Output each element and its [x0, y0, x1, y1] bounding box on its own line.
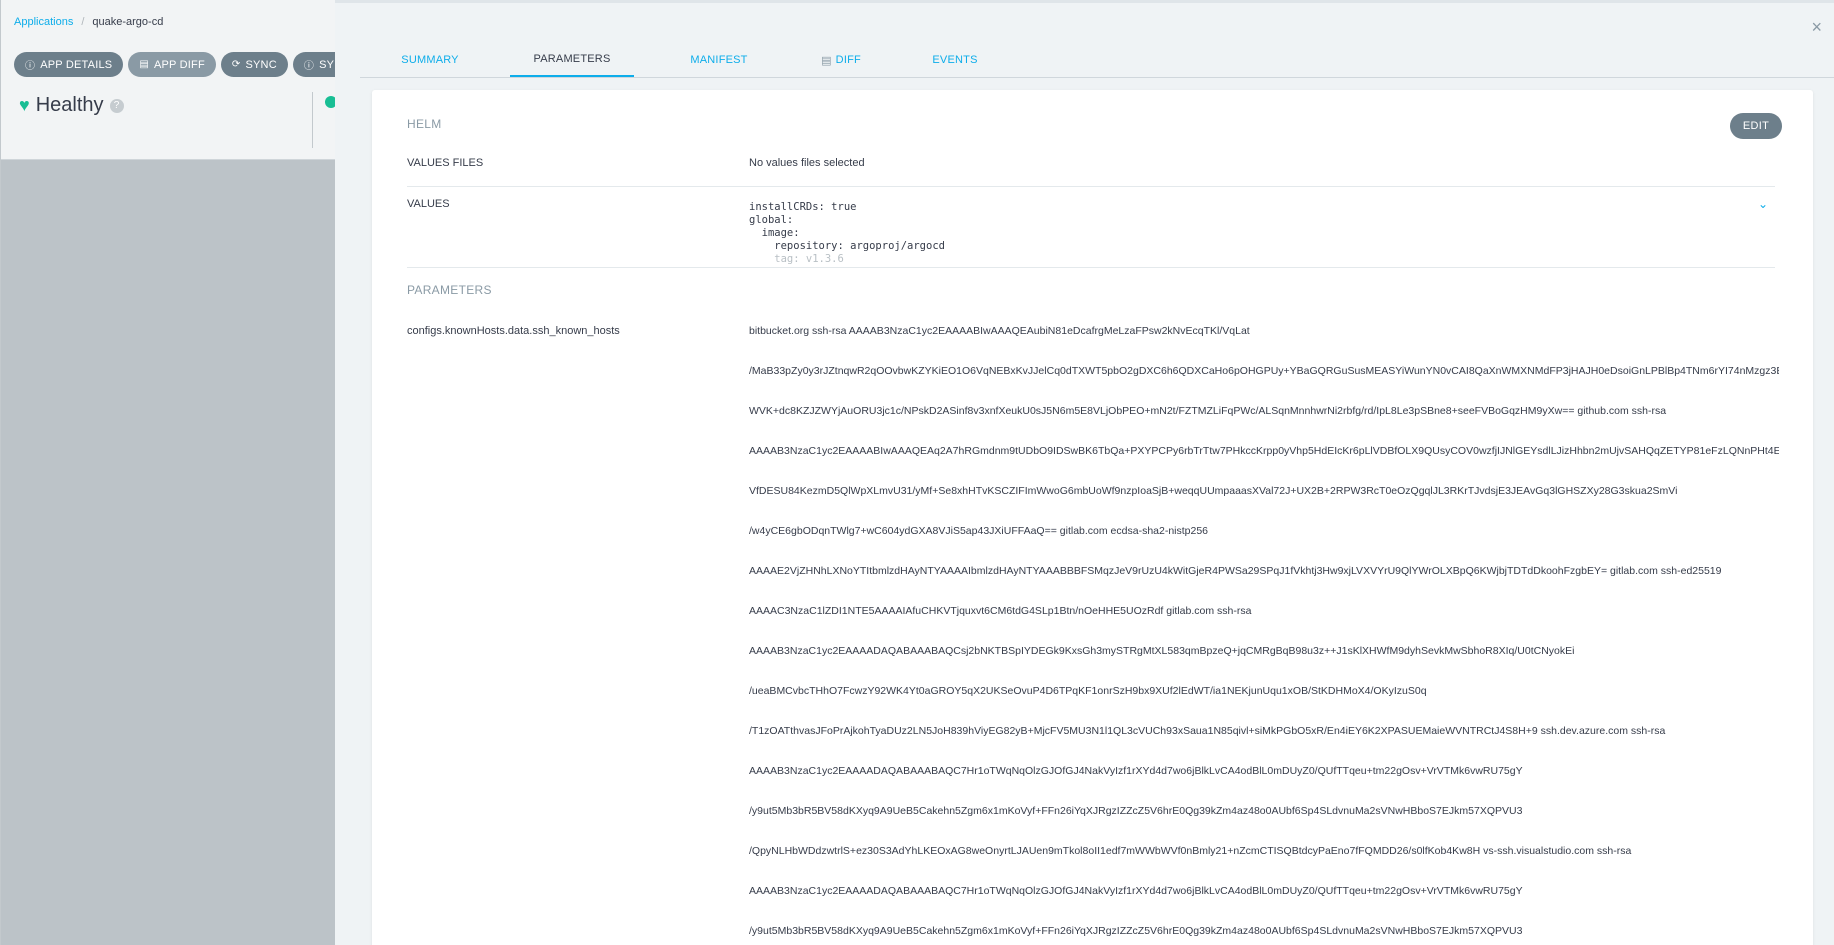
info-icon: ⓘ — [303, 61, 315, 72]
divider — [407, 267, 1775, 268]
values-label: VALUES — [407, 198, 450, 210]
tab-parameters[interactable]: PARAMETERS — [510, 43, 634, 77]
breadcrumb-applications-link[interactable]: Applications — [14, 16, 73, 28]
app-details-label: APP DETAILS — [40, 58, 113, 71]
resource-details-panel: × SUMMARY PARAMETERS MANIFEST ▤ DIFF EVE… — [335, 0, 1834, 945]
known-hosts-line: VfDESU84KezmD5QlWpXLmvU31/yMf+Se8xhHTvKS… — [749, 485, 1678, 497]
tab-summary[interactable]: SUMMARY — [384, 43, 476, 77]
edit-button[interactable]: EDIT — [1730, 113, 1782, 139]
app-diff-label: APP DIFF — [153, 58, 205, 71]
yaml-line: global: — [749, 214, 794, 226]
file-diff-icon: ▤ — [139, 59, 149, 70]
known-hosts-line: bitbucket.org ssh-rsa AAAAB3NzaC1yc2EAAA… — [749, 325, 1250, 337]
app-toolbar: ⓘ APP DETAILS ▤ APP DIFF ⟳ SYNC ⓘ SYNC S… — [14, 52, 386, 77]
health-status: ♥ Healthy ? — [19, 94, 124, 117]
application-background: Applications / quake-argo-cd ⓘ APP DETAI… — [0, 0, 386, 945]
known-hosts-line: /ueaBMCvbcTHhO7FcwzY92WK4Yt0aGROY5qX2UKS… — [749, 685, 1427, 697]
breadcrumb-separator: / — [81, 16, 85, 28]
values-yaml: installCRDs: true global: image: reposito… — [749, 201, 945, 266]
modal-backdrop[interactable] — [1, 160, 336, 945]
tab-diff[interactable]: ▤ DIFF — [806, 43, 876, 77]
tab-diff-label: DIFF — [835, 54, 861, 66]
known-hosts-line: AAAAB3NzaC1yc2EAAAABIwAAAQEAq2A7hRGmdnm9… — [749, 445, 1779, 457]
heart-pulse-icon: ♥ — [19, 95, 30, 115]
health-label: Healthy — [35, 94, 104, 116]
known-hosts-line: /y9ut5Mb3bR5BV58dKXyq9A9UeB5Cakehn5Zgm6x… — [749, 925, 1523, 937]
parameters-section-title: PARAMETERS — [407, 283, 492, 297]
known-hosts-line: AAAAE2VjZHNhLXNoYTItbmlzdHAyNTYAAAAIbmlz… — [749, 565, 1722, 577]
yaml-line: installCRDs: true — [749, 201, 857, 213]
help-icon[interactable]: ? — [109, 98, 124, 113]
yaml-line: repository: argoproj/argocd — [749, 240, 945, 252]
helm-section-title: HELM — [407, 117, 442, 131]
sync-label: SYNC — [245, 58, 277, 71]
app-diff-button[interactable]: ▤ APP DIFF — [128, 52, 216, 77]
file-icon: ▤ — [821, 54, 832, 67]
panel-tabs: SUMMARY PARAMETERS MANIFEST ▤ DIFF EVENT… — [360, 43, 1834, 78]
app-header: Applications / quake-argo-cd ⓘ APP DETAI… — [1, 0, 386, 160]
known-hosts-line: /MaB33pZy0y3rJZtnqwR2qOOvbwKZYKiEO1O6VqN… — [749, 365, 1779, 377]
chevron-down-icon[interactable]: ⌄ — [1758, 197, 1768, 211]
tab-events[interactable]: EVENTS — [912, 43, 998, 77]
sync-icon: ⟳ — [231, 59, 241, 70]
app-details-button[interactable]: ⓘ APP DETAILS — [14, 52, 124, 77]
known-hosts-line: /y9ut5Mb3bR5BV58dKXyq9A9UeB5Cakehn5Zgm6x… — [749, 805, 1523, 817]
yaml-line: image: — [749, 227, 800, 239]
known-hosts-line: AAAAB3NzaC1yc2EAAAADAQABAAABAQCsj2bNKTBS… — [749, 645, 1575, 657]
divider — [312, 92, 313, 148]
yaml-line-faded: tag: v1.3.6 — [749, 253, 844, 265]
info-icon: ⓘ — [25, 61, 36, 72]
known-hosts-line: WVK+dc8KZJZWYjAuORU3jc1c/NPskD2ASinf8v3x… — [749, 405, 1667, 417]
known-hosts-line: /QpyNLHbWDdzwtrlS+ez30S3AdYhLKEOxAG8weOn… — [749, 845, 1632, 857]
values-files-value: No values files selected — [749, 157, 865, 169]
known-hosts-line: /w4yCE6gbODqnTWlg7+wC604ydGXA8VJiS5ap43J… — [749, 525, 1209, 537]
values-files-label: VALUES FILES — [407, 157, 484, 169]
divider — [407, 186, 1775, 187]
known-hosts-line: /T1zOATthvasJFoPrAjkohTyaDUz2LN5JoH839hV… — [749, 725, 1666, 737]
sync-button[interactable]: ⟳ SYNC — [220, 52, 288, 77]
parameters-card: HELM EDIT VALUES FILES No values files s… — [372, 90, 1813, 945]
close-icon[interactable]: × — [1811, 17, 1822, 38]
breadcrumb: Applications / quake-argo-cd — [14, 16, 163, 28]
tab-manifest[interactable]: MANIFEST — [668, 43, 770, 77]
known-hosts-line: AAAAC3NzaC1lZDI1NTE5AAAAIAfuCHKVTjquxvt6… — [749, 605, 1252, 617]
breadcrumb-current: quake-argo-cd — [92, 16, 164, 28]
known-hosts-line: AAAAB3NzaC1yc2EAAAADAQABAAABAQC7Hr1oTWqN… — [749, 765, 1523, 777]
parameter-value: bitbucket.org ssh-rsa AAAAB3NzaC1yc2EAAA… — [749, 324, 1779, 945]
parameter-name: configs.knownHosts.data.ssh_known_hosts — [407, 325, 620, 337]
known-hosts-line: AAAAB3NzaC1yc2EAAAADAQABAAABAQC7Hr1oTWqN… — [749, 885, 1523, 897]
